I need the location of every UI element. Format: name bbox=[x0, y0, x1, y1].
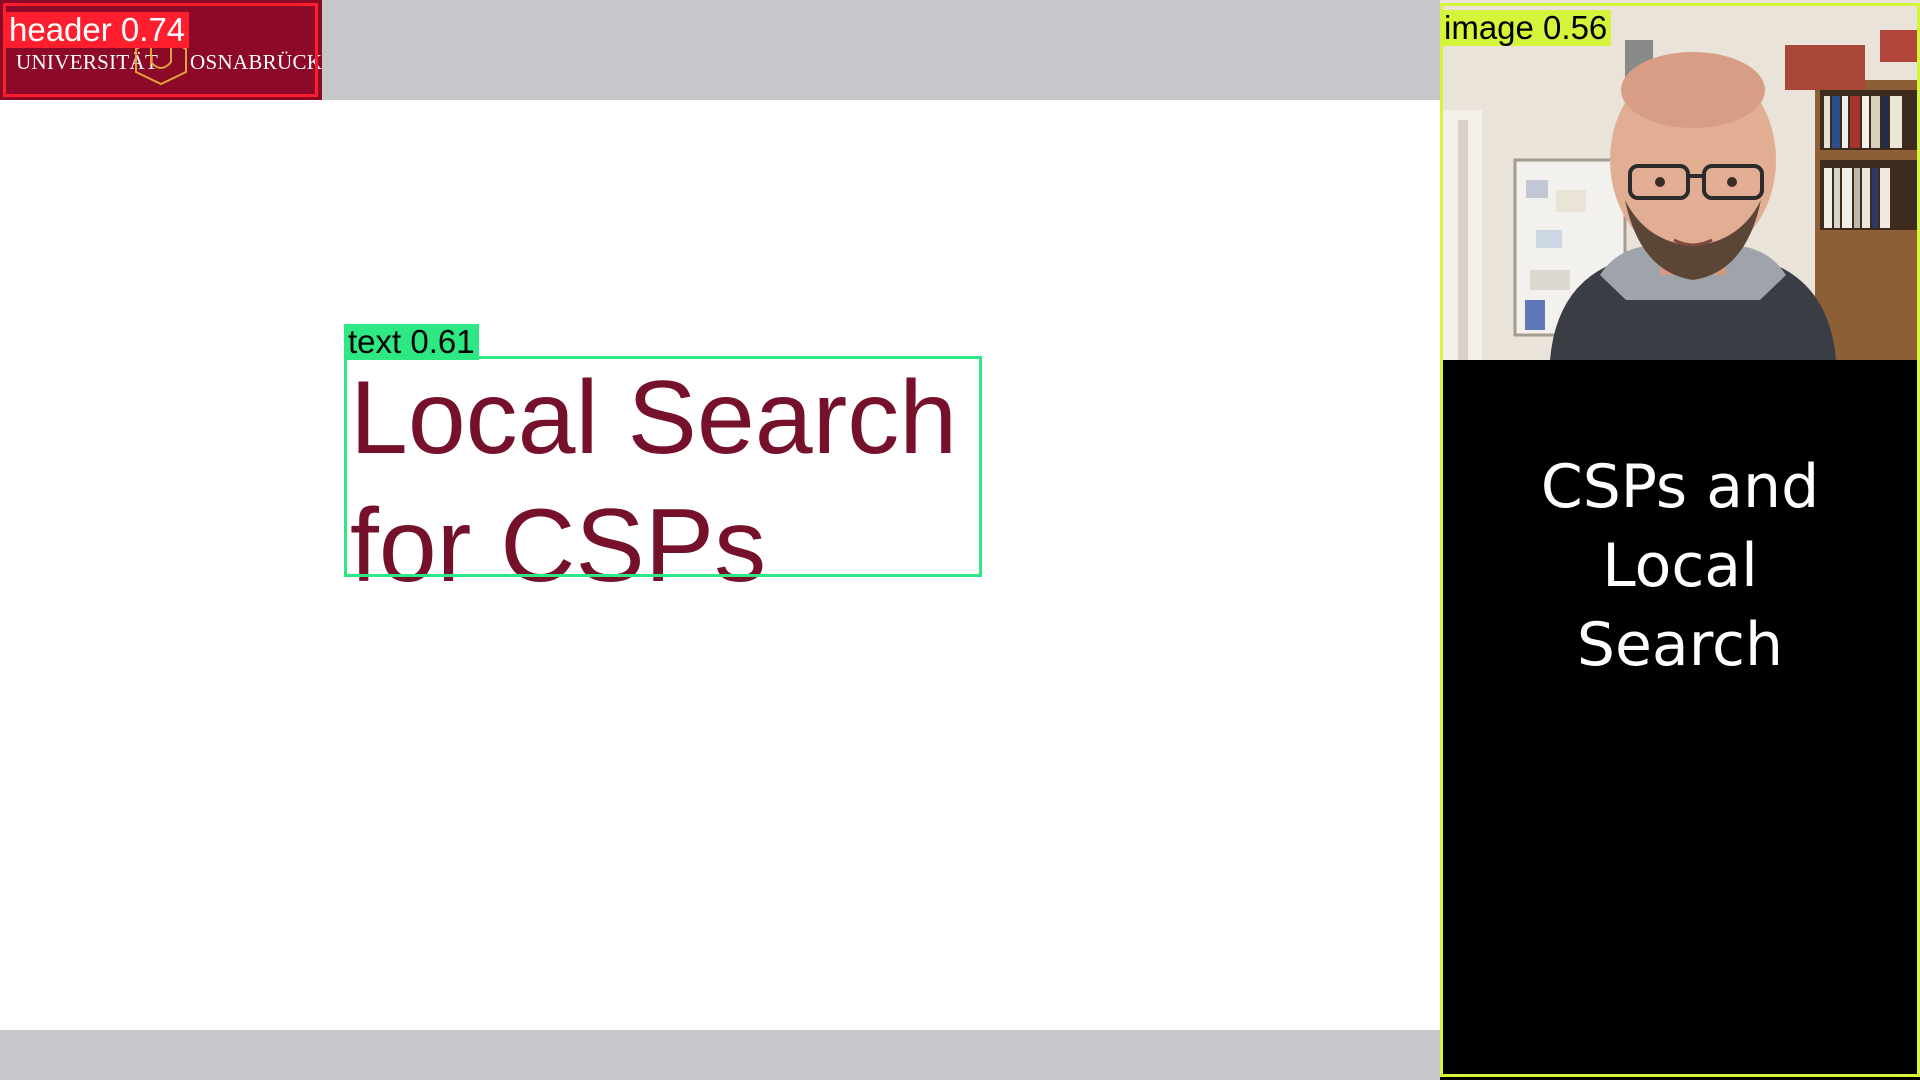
slide-title: Local Search for CSPs bbox=[350, 354, 980, 610]
presenter-sidebar: CSPs and Local Search bbox=[1440, 0, 1920, 1080]
slide: UNIVERSITÄT OSNABRÜCK Local Search for C… bbox=[0, 0, 1440, 1080]
slide-title-line: for CSPs bbox=[350, 488, 767, 604]
detection-label-header: header 0.74 bbox=[5, 12, 190, 48]
presenter-webcam bbox=[1440, 0, 1920, 360]
detection-label-text: text 0.61 bbox=[344, 324, 479, 360]
session-title-line: Search bbox=[1576, 610, 1784, 680]
slide-title-line: Local Search bbox=[350, 360, 958, 476]
presenter-video-image bbox=[1440, 0, 1920, 360]
session-title: CSPs and Local Search bbox=[1440, 448, 1920, 685]
session-title-line: CSPs and bbox=[1540, 452, 1820, 522]
slide-footer-band bbox=[0, 1030, 1440, 1080]
logo-text-right: OSNABRÜCK bbox=[190, 50, 323, 74]
detection-label-image: image 0.56 bbox=[1440, 10, 1612, 46]
session-title-line: Local bbox=[1602, 531, 1758, 601]
